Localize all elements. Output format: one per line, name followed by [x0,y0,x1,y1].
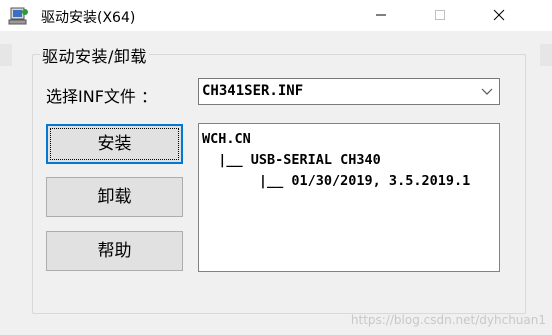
inf-file-value: CH341SER.INF [202,83,304,99]
dialog-client: 驱动安装/卸载 选择INF文件 ： CH341SER.INF 安装 卸载 帮助 … [12,31,540,335]
inf-file-label: 选择INF文件 ： [46,87,157,106]
window-title: 驱动安装(X64) [41,10,136,26]
minimize-button[interactable] [358,0,404,31]
driver-info-box: WCH.CN |__ USB-SERIAL CH340 |__ 01/30/20… [198,123,500,272]
chevron-down-icon[interactable] [481,88,493,96]
maximize-button[interactable] [417,0,463,31]
inf-file-select[interactable]: CH341SER.INF [198,78,500,105]
info-version: |__ 01/30/2019, 3.5.2019.1 [202,173,471,189]
close-icon [493,9,505,21]
help-button[interactable]: 帮助 [46,231,183,271]
installer-icon [8,7,28,25]
title-bar[interactable]: 驱动安装(X64) [0,0,552,31]
info-device: |__ USB-SERIAL CH340 [202,152,381,168]
minimize-icon [376,14,386,16]
watermark: https://blog.csdn.net/dyhchuan1 [350,313,546,327]
close-button[interactable] [476,0,522,31]
info-vendor: WCH.CN [202,131,251,147]
install-button[interactable]: 安装 [46,124,183,164]
maximize-icon [435,10,445,20]
group-title: 驱动安装/卸载 [40,43,149,67]
uninstall-button[interactable]: 卸载 [46,177,183,217]
